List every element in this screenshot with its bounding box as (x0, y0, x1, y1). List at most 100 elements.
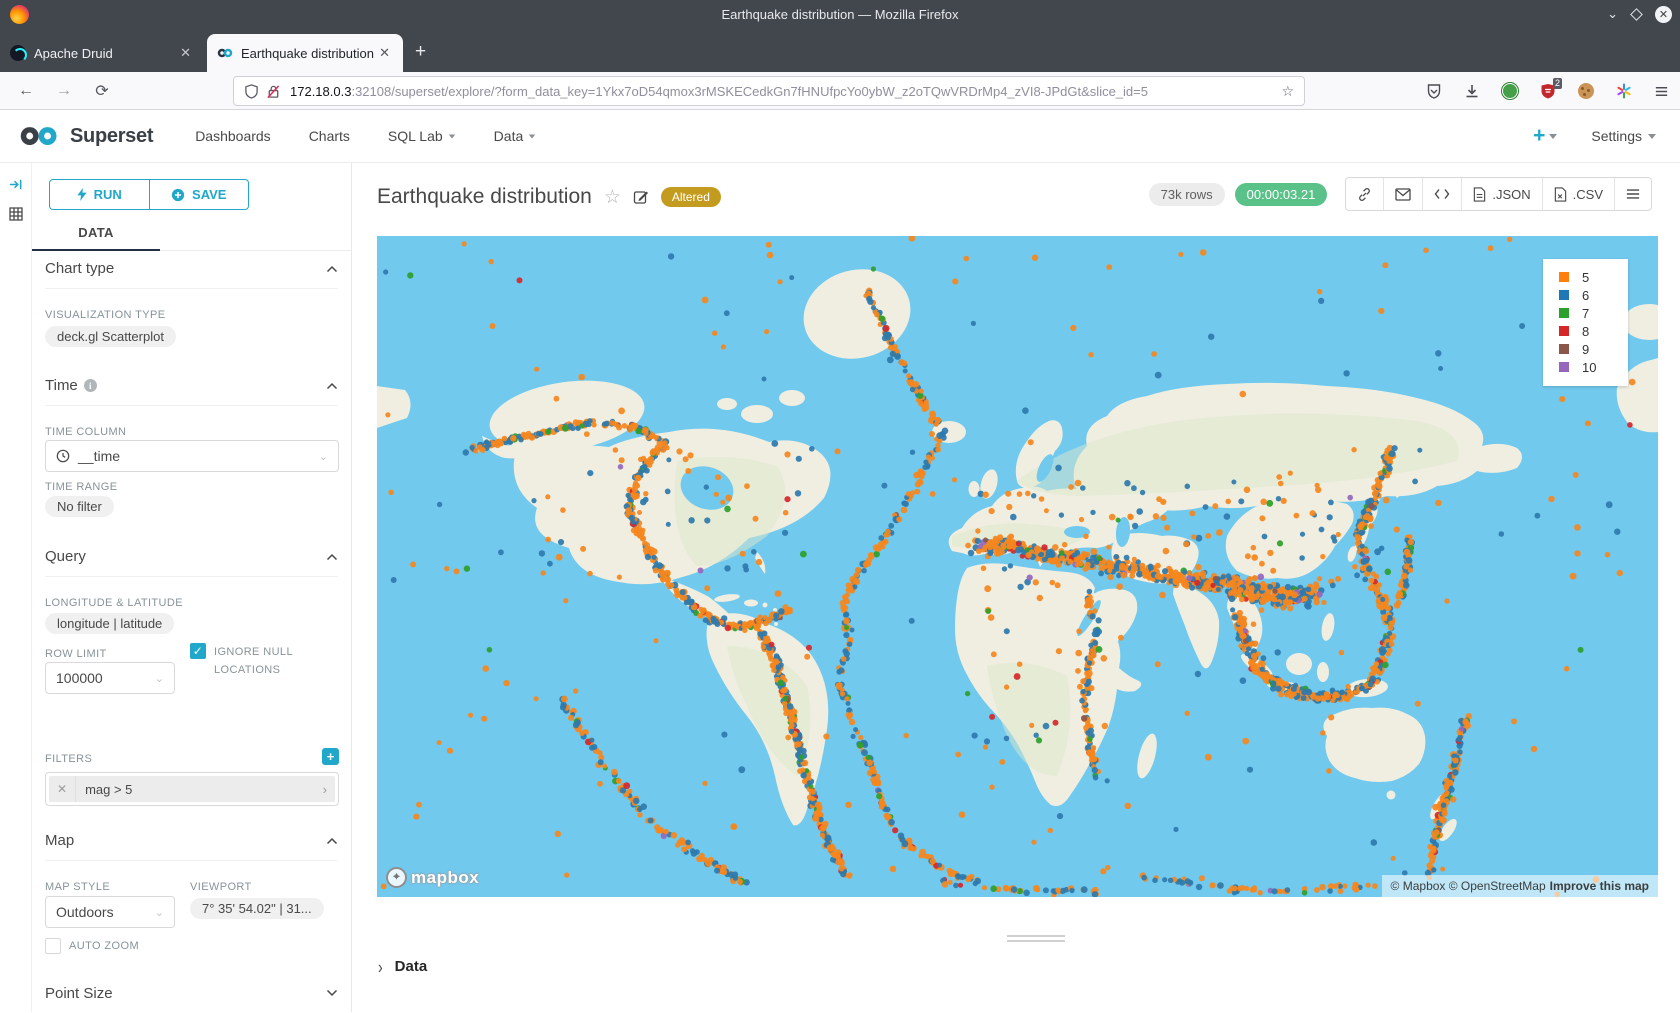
cookie-extension-icon[interactable] (1577, 83, 1594, 100)
tab-data[interactable]: DATA (32, 225, 160, 251)
tab-apache-druid[interactable]: Apache Druid ✕ (0, 34, 204, 72)
lonlat-value[interactable]: longitude | latitude (45, 613, 174, 634)
url-host: 172.18.0.3 (290, 84, 351, 99)
reload-button[interactable]: ⟳ (90, 81, 114, 101)
viewport-value[interactable]: 7° 35' 54.02" | 31... (190, 898, 324, 919)
dataset-grid-icon[interactable] (7, 205, 25, 223)
superset-logo[interactable]: Superset (18, 124, 153, 148)
auto-zoom-checkbox[interactable] (45, 938, 61, 954)
improve-map-link[interactable]: Improve this map (1550, 879, 1649, 893)
bookmark-star-icon[interactable]: ☆ (1281, 83, 1294, 100)
control-panel: RUN SAVE DATA Chart type VISUALIZATION T… (32, 163, 352, 1012)
window-title: Earthquake distribution — Mozilla Firefo… (0, 7, 1680, 22)
legend-row: 8 (1559, 322, 1628, 340)
save-button[interactable]: SAVE (149, 180, 249, 209)
time-range-value[interactable]: No filter (45, 496, 114, 517)
downloads-icon[interactable] (1463, 83, 1480, 100)
section-query[interactable]: Query (45, 537, 338, 577)
caret-down-icon (448, 134, 454, 138)
filters-label: FILTERS (45, 753, 92, 765)
tab-close-icon[interactable]: ✕ (177, 45, 194, 61)
nav-charts[interactable]: Charts (309, 128, 350, 144)
caret-down-icon (1648, 134, 1656, 139)
export-csv-button[interactable]: .CSV (1542, 178, 1614, 210)
legend-swatch (1559, 290, 1569, 300)
window-close-icon[interactable]: ✕ (1655, 6, 1672, 23)
chevron-down-icon: ⌄ (155, 906, 164, 919)
pocket-shield-icon[interactable] (1425, 83, 1442, 100)
window-restore-icon[interactable] (1630, 8, 1643, 21)
chevron-right-icon: › (378, 956, 383, 977)
data-collapse-panel[interactable]: › Data (378, 958, 427, 975)
data-panel-title: Data (395, 958, 428, 975)
address-bar[interactable]: 172.18.0.3:32108/superset/explore/?form_… (233, 76, 1305, 106)
mapbox-icon: ⌖ (386, 867, 407, 888)
chart-title: Earthquake distribution (377, 185, 592, 209)
time-column-label: TIME COLUMN (45, 426, 126, 438)
map-style-select[interactable]: Outdoors ⌄ (45, 896, 175, 928)
altered-badge[interactable]: Altered (661, 187, 721, 207)
chart-menu-button[interactable] (1614, 178, 1651, 210)
embed-code-button[interactable] (1422, 178, 1461, 210)
new-item-button[interactable]: + (1533, 124, 1557, 148)
edit-title-icon[interactable] (633, 189, 649, 205)
remove-filter-icon[interactable]: ✕ (49, 776, 76, 802)
section-map[interactable]: Map (45, 821, 338, 861)
ignore-null-control: ✓ IGNORE NULL LOCATIONS (190, 643, 340, 679)
nav-data[interactable]: Data (494, 128, 537, 144)
viz-type-value[interactable]: deck.gl Scatterplot (45, 326, 176, 347)
legend-swatch (1559, 326, 1569, 336)
insecure-lock-icon[interactable] (266, 84, 281, 99)
tab-label: Apache Druid (34, 46, 177, 61)
window-minimize-icon[interactable]: ⌄ (1607, 6, 1618, 22)
menu-hamburger-icon[interactable] (1653, 83, 1670, 100)
back-button[interactable]: ← (14, 82, 38, 100)
adblock-shield-icon[interactable]: 2 (1539, 83, 1556, 100)
share-link-button[interactable] (1346, 178, 1383, 210)
nav-dashboards[interactable]: Dashboards (195, 128, 271, 144)
lonlat-label: LONGITUDE & LATITUDE (45, 597, 183, 609)
run-button[interactable]: RUN (50, 180, 149, 209)
favorite-star-icon[interactable]: ☆ (604, 186, 621, 209)
expand-panel-icon[interactable] (7, 175, 25, 193)
legend-swatch (1559, 344, 1569, 354)
section-time[interactable]: Timei (45, 366, 338, 406)
tab-close-icon[interactable]: ✕ (376, 45, 393, 61)
section-point-size[interactable]: Point Size (45, 973, 338, 1013)
section-chart-type[interactable]: Chart type (45, 249, 338, 289)
map-attribution: © Mapbox © OpenStreetMap Improve this ma… (1382, 875, 1658, 897)
chevron-down-icon: ⌄ (319, 450, 328, 463)
time-column-select[interactable]: __time ⌄ (45, 440, 339, 472)
row-count-badge: 73k rows (1149, 183, 1225, 206)
chart-actions-group: .JSON .CSV (1345, 177, 1652, 211)
new-tab-button[interactable]: + (415, 42, 426, 61)
map-style-label: MAP STYLE (45, 881, 110, 893)
mapbox-logo[interactable]: ⌖ mapbox (386, 867, 479, 888)
deckgl-scatter-map[interactable]: 5 6 7 8 9 10 ⌖ mapbox © Mapbox © OpenStr… (377, 236, 1658, 897)
druid-favicon-icon (10, 45, 26, 61)
ignore-null-checkbox[interactable]: ✓ (190, 643, 206, 659)
filter-expand-icon[interactable]: › (315, 782, 335, 797)
tracking-shield-icon[interactable] (244, 84, 259, 99)
url-path: :32108/superset/explore/?form_data_key=1… (351, 84, 1148, 99)
forward-button[interactable]: → (52, 82, 76, 100)
filter-chip[interactable]: ✕ mag > 5 › (49, 776, 335, 802)
legend-row: 10 (1559, 358, 1628, 376)
plus-circle-icon (171, 188, 185, 202)
tab-earthquake-distribution[interactable]: Earthquake distribution ✕ (207, 34, 403, 72)
caret-down-icon (1549, 134, 1557, 139)
settings-menu[interactable]: Settings (1591, 128, 1656, 144)
brand-name: Superset (70, 125, 153, 148)
viz-type-label: VISUALIZATION TYPE (45, 309, 166, 321)
email-button[interactable] (1383, 178, 1422, 210)
legend-swatch (1559, 308, 1569, 318)
add-filter-button[interactable]: + (322, 748, 339, 765)
privacy-extension-icon[interactable] (1501, 83, 1518, 100)
nav-sql-lab[interactable]: SQL Lab (388, 128, 456, 144)
filter-container: ✕ mag > 5 › (45, 772, 339, 806)
row-limit-select[interactable]: 100000 ⌄ (45, 662, 175, 694)
pinwheel-extension-icon[interactable] (1615, 83, 1632, 100)
map-legend: 5 6 7 8 9 10 (1543, 259, 1628, 386)
panel-resize-handle[interactable] (1007, 935, 1065, 945)
export-json-button[interactable]: .JSON (1461, 178, 1541, 210)
